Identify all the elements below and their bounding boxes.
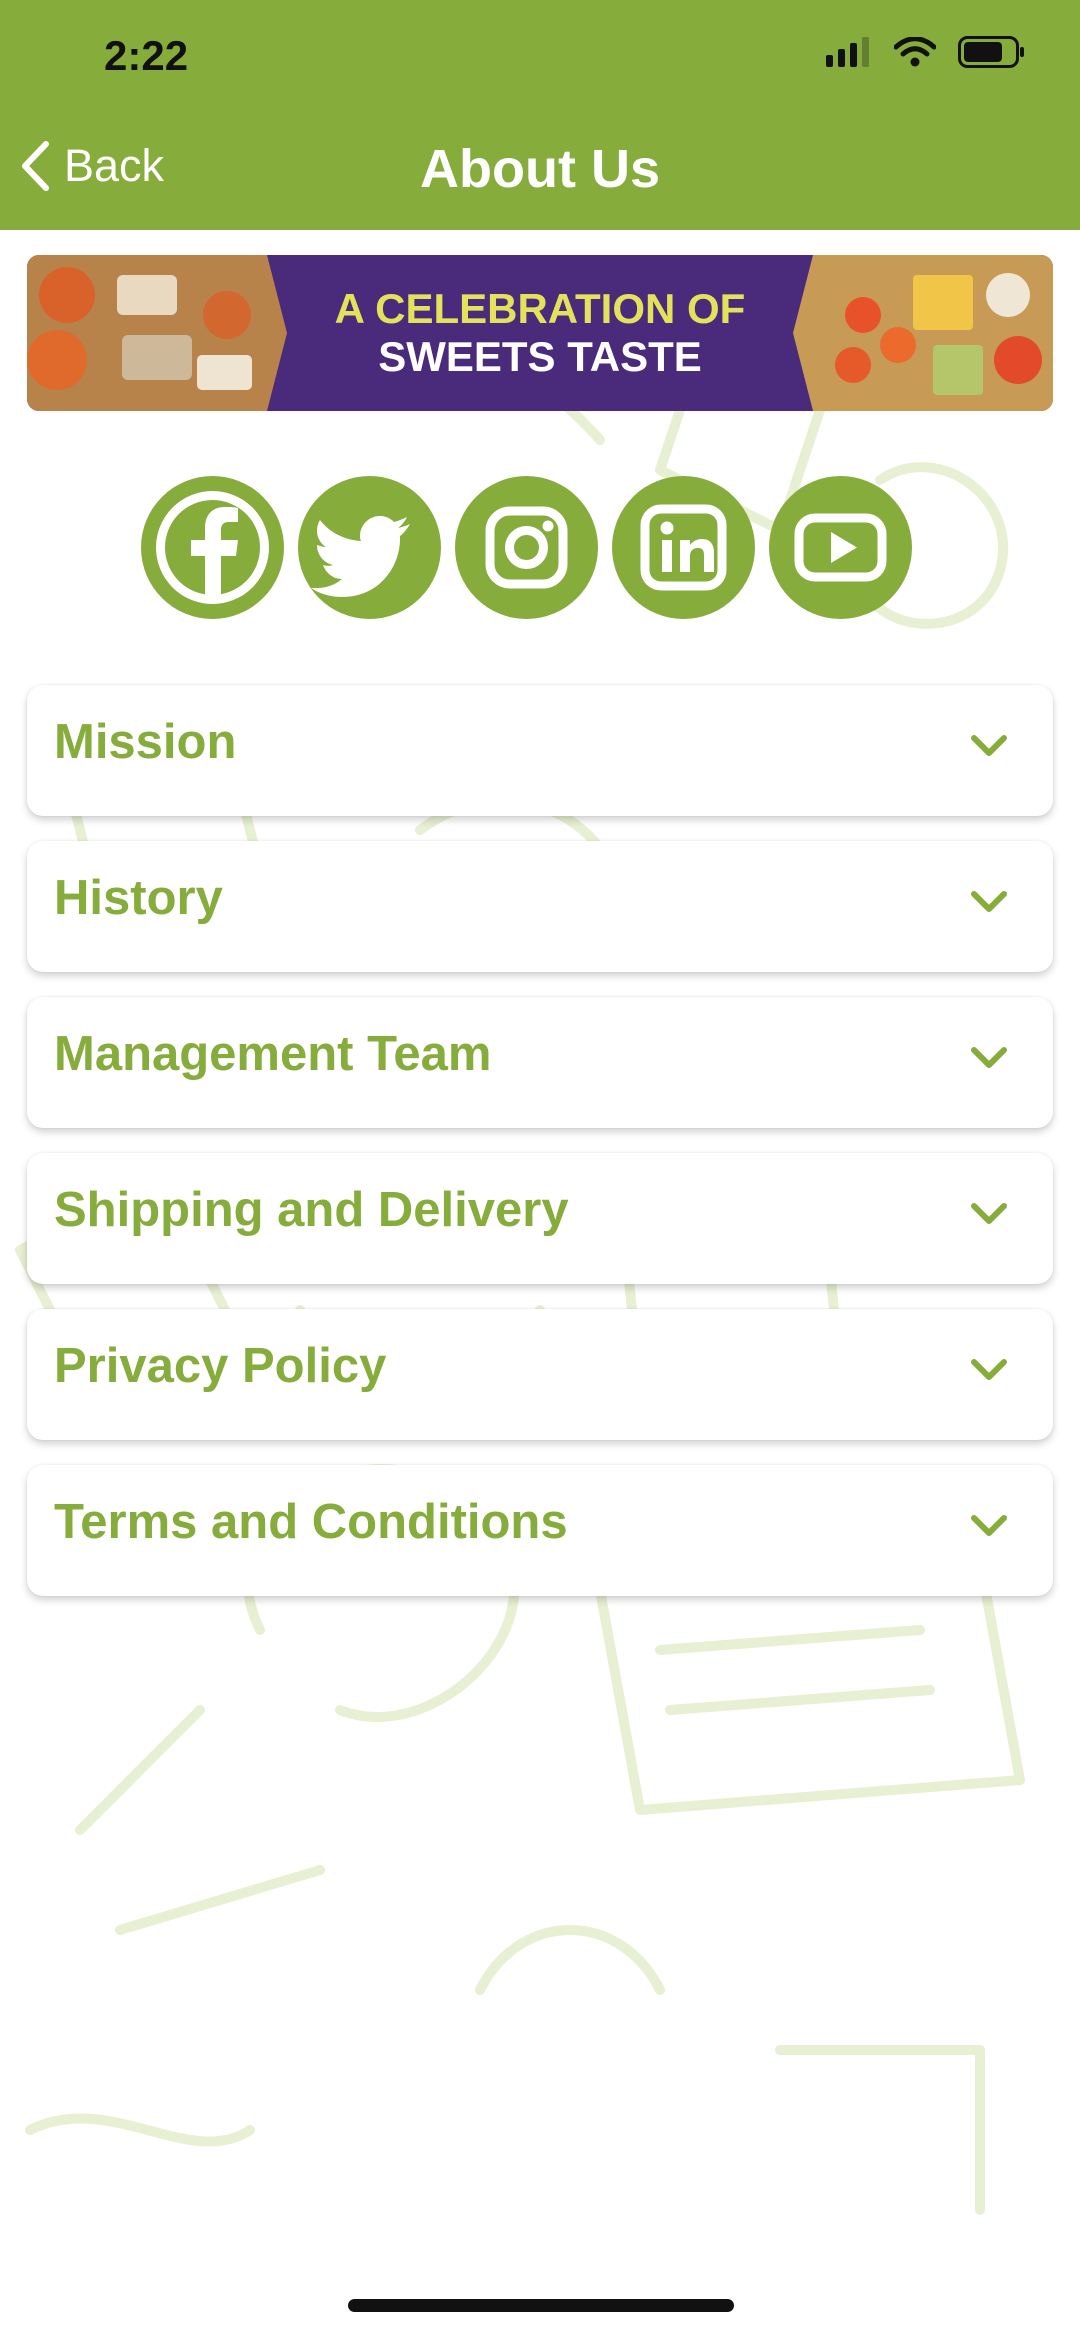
linkedin-icon	[640, 504, 727, 591]
youtube-icon	[794, 513, 887, 582]
privacy-policy-section[interactable]: Privacy Policy	[27, 1309, 1053, 1440]
section-label: Shipping and Delivery	[54, 1183, 569, 1237]
banner-line-2: SWEETS TASTE	[378, 333, 702, 380]
mission-section[interactable]: Mission	[27, 685, 1053, 816]
battery-icon	[958, 36, 1024, 68]
section-label: Management Team	[54, 1027, 492, 1081]
chevron-down-icon	[971, 1203, 1007, 1224]
chevron-down-icon	[971, 1047, 1007, 1068]
twitter-button[interactable]	[298, 476, 441, 619]
section-label: Terms and Conditions	[54, 1495, 568, 1549]
banner-headline: A CELEBRATION OF SWEETS TASTE	[27, 285, 1053, 381]
home-indicator[interactable]	[348, 2299, 734, 2312]
youtube-button[interactable]	[769, 476, 912, 619]
wifi-icon	[894, 37, 936, 67]
page-title: About Us	[420, 139, 660, 199]
instagram-icon	[485, 506, 568, 589]
section-label: History	[54, 871, 223, 925]
management-team-section[interactable]: Management Team	[27, 997, 1053, 1128]
status-time: 2:22	[104, 32, 189, 79]
cellular-signal-icon	[826, 37, 869, 67]
shipping-delivery-section[interactable]: Shipping and Delivery	[27, 1153, 1053, 1284]
terms-conditions-section[interactable]: Terms and Conditions	[27, 1465, 1053, 1596]
facebook-button[interactable]	[141, 476, 284, 619]
twitter-icon	[311, 516, 410, 597]
section-label: Mission	[54, 715, 237, 769]
social-links	[141, 476, 912, 619]
about-sections: Mission History Management Team Shipping…	[27, 685, 1053, 1621]
linkedin-button[interactable]	[612, 476, 755, 619]
top-bar: 2:22 Back About Us	[0, 0, 1080, 230]
chevron-down-icon	[971, 891, 1007, 912]
chevron-down-icon	[971, 735, 1007, 756]
facebook-icon	[156, 491, 269, 604]
chevron-down-icon	[971, 1515, 1007, 1536]
status-icons	[826, 36, 1026, 68]
banner-line-1: A CELEBRATION OF	[334, 285, 746, 332]
section-label: Privacy Policy	[54, 1339, 387, 1393]
chevron-down-icon	[971, 1359, 1007, 1380]
promo-banner[interactable]: A CELEBRATION OF SWEETS TASTE	[27, 255, 1053, 411]
history-section[interactable]: History	[27, 841, 1053, 972]
instagram-button[interactable]	[455, 476, 598, 619]
